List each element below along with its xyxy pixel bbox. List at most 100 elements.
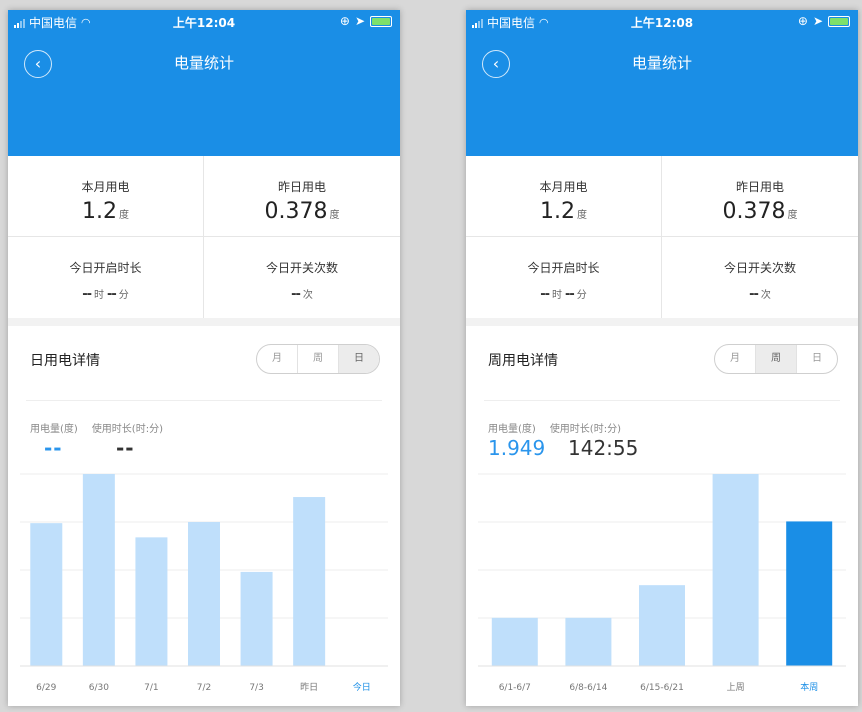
stat-ontime: 今日开启时长 -- 时 -- 分	[8, 237, 204, 318]
stat-switch-label: 今日开关次数	[265, 261, 338, 275]
stat-switch-value: --	[291, 287, 301, 302]
chart-bar[interactable]	[30, 523, 63, 666]
period-segmented-control: 月 周 日	[256, 344, 380, 374]
stat-switch-label: 今日开关次数	[723, 261, 796, 275]
segment-week[interactable]: 周	[298, 345, 339, 373]
divider	[484, 400, 840, 401]
duration-value: 142:55	[568, 436, 639, 460]
chart-bar[interactable]	[240, 571, 273, 666]
chart-bar[interactable]	[82, 474, 115, 666]
header: 中国电信 ◠ 上午12:04 ⊕ ➤ ‹ 电量统计	[8, 10, 400, 156]
stat-ontime-minutes: --	[565, 287, 575, 302]
chart-x-tick-label: 6/8-6/14	[569, 683, 607, 693]
stat-ontime-minutes: --	[107, 287, 117, 302]
chart-bar[interactable]	[135, 537, 168, 666]
divider	[26, 400, 382, 401]
stat-ontime-minutes-unit: 分	[118, 290, 129, 301]
rotation-lock-icon: ⊕	[797, 14, 808, 28]
energy-label: 用电量(度)	[30, 424, 78, 435]
stat-yesterday: 昨日用电 0.378 度	[204, 156, 400, 237]
bar-chart: 6/29 6/30 7/1 7/2 7/3 昨日 今日	[20, 464, 388, 704]
stat-ontime: 今日开启时长 -- 时 -- 分	[466, 237, 662, 318]
detail-panel: 周用电详情 月 周 日 用电量(度) 使用时长(时:分) 1.949 142:5…	[466, 326, 858, 706]
stats-panel: 本月用电 1.2 度 昨日用电 0.378 度 今日开启时长 -- 时 -- 分…	[466, 156, 858, 318]
chart-x-tick-label: 7/2	[197, 683, 211, 693]
segment-month[interactable]: 月	[257, 345, 298, 373]
stat-ontime-minutes-unit: 分	[576, 290, 587, 301]
chart-x-tick-label: 6/30	[89, 683, 109, 693]
chart-bar[interactable]	[491, 617, 538, 666]
battery-icon	[828, 15, 850, 27]
status-bar: 中国电信 ◠ 上午12:08 ⊕ ➤	[466, 10, 858, 32]
page-title: 电量统计	[631, 54, 692, 72]
stat-switch-count: 今日开关次数 -- 次	[204, 237, 400, 318]
duration-label: 使用时长(时:分)	[549, 424, 621, 435]
stat-ontime-hours: --	[540, 287, 550, 302]
location-icon: ➤	[354, 14, 365, 28]
stats-panel: 本月用电 1.2 度 昨日用电 0.378 度 今日开启时长 -- 时 -- 分…	[8, 156, 400, 318]
stat-month-label: 本月用电	[81, 180, 130, 194]
stat-switch-value: --	[749, 287, 759, 302]
chart-x-tick-label: 6/29	[36, 683, 56, 693]
battery-icon	[370, 15, 392, 27]
chart-bar[interactable]	[786, 521, 833, 666]
stat-month-value: 1.2	[82, 199, 117, 224]
segment-day[interactable]: 日	[797, 345, 837, 373]
chart-x-tick-label: 7/3	[249, 683, 263, 693]
stat-yesterday-unit: 度	[329, 210, 340, 221]
phone-screen-daily: 中国电信 ◠ 上午12:04 ⊕ ➤ ‹ 电量统计 本月用电 1.2 度 昨日用…	[8, 10, 400, 706]
energy-label: 用电量(度)	[488, 424, 536, 435]
page-title: 电量统计	[173, 54, 234, 72]
chart-bar[interactable]	[712, 474, 759, 666]
stat-ontime-label: 今日开启时长	[69, 261, 142, 275]
segment-week[interactable]: 周	[756, 345, 797, 373]
bar-chart-svg: 6/29 6/30 7/1 7/2 7/3 昨日 今日	[20, 473, 388, 693]
chart-bar[interactable]	[188, 522, 220, 666]
stat-yesterday: 昨日用电 0.378 度	[662, 156, 858, 237]
energy-value: --	[44, 436, 63, 460]
chart-bar[interactable]	[565, 617, 612, 666]
stat-yesterday-value: 0.378	[264, 199, 328, 224]
stat-ontime-hours-unit: 时	[94, 290, 104, 301]
stat-switch-unit: 次	[760, 290, 771, 301]
detail-title: 日用电详情	[30, 353, 100, 369]
stat-switch-unit: 次	[302, 290, 313, 301]
stat-yesterday-label: 昨日用电	[277, 180, 326, 194]
stat-month-unit: 度	[119, 210, 129, 221]
chart-x-tick-label: 上周	[727, 682, 745, 693]
phone-screen-weekly: 中国电信 ◠ 上午12:08 ⊕ ➤ ‹ 电量统计 本月用电 1.2 度 昨日用…	[466, 10, 858, 706]
period-segmented-control: 月 周 日	[714, 344, 838, 374]
duration-value: --	[116, 436, 135, 460]
stat-yesterday-label: 昨日用电	[735, 180, 784, 194]
location-icon: ➤	[812, 14, 823, 28]
chart-bar[interactable]	[293, 497, 326, 666]
chart-x-tick-label: 6/15-6/21	[640, 683, 684, 693]
chart-x-tick-label: 本周	[800, 681, 818, 693]
energy-value: 1.949	[488, 436, 546, 460]
detail-panel: 日用电详情 月 周 日 用电量(度) 使用时长(时:分) -- -- 6/29 6…	[8, 326, 400, 706]
stat-month-unit: 度	[577, 210, 587, 221]
stat-ontime-label: 今日开启时长	[527, 261, 600, 275]
stat-month: 本月用电 1.2 度	[8, 156, 204, 237]
stat-month-value: 1.2	[540, 199, 575, 224]
stat-yesterday-unit: 度	[787, 210, 798, 221]
header: 中国电信 ◠ 上午12:08 ⊕ ➤ ‹ 电量统计	[466, 10, 858, 156]
stat-switch-count: 今日开关次数 -- 次	[662, 237, 858, 318]
bar-chart-svg: 6/1-6/7 6/8-6/14 6/15-6/21 上周 本周	[478, 473, 846, 693]
bar-chart: 6/1-6/7 6/8-6/14 6/15-6/21 上周 本周	[478, 464, 846, 704]
duration-label: 使用时长(时:分)	[91, 424, 163, 435]
chart-bar[interactable]	[639, 585, 685, 666]
stat-ontime-hours-unit: 时	[552, 290, 562, 301]
chart-x-tick-label: 7/1	[144, 683, 158, 693]
detail-title: 周用电详情	[488, 353, 558, 369]
stat-yesterday-value: 0.378	[722, 199, 786, 224]
segment-month[interactable]: 月	[715, 345, 756, 373]
segment-day[interactable]: 日	[339, 345, 379, 373]
rotation-lock-icon: ⊕	[339, 14, 350, 28]
chart-x-tick-label: 昨日	[300, 681, 318, 693]
chart-x-tick-label: 今日	[353, 681, 371, 693]
stat-month: 本月用电 1.2 度	[466, 156, 662, 237]
stat-month-label: 本月用电	[539, 180, 588, 194]
chart-x-tick-label: 6/1-6/7	[499, 683, 531, 693]
status-bar: 中国电信 ◠ 上午12:04 ⊕ ➤	[8, 10, 400, 32]
